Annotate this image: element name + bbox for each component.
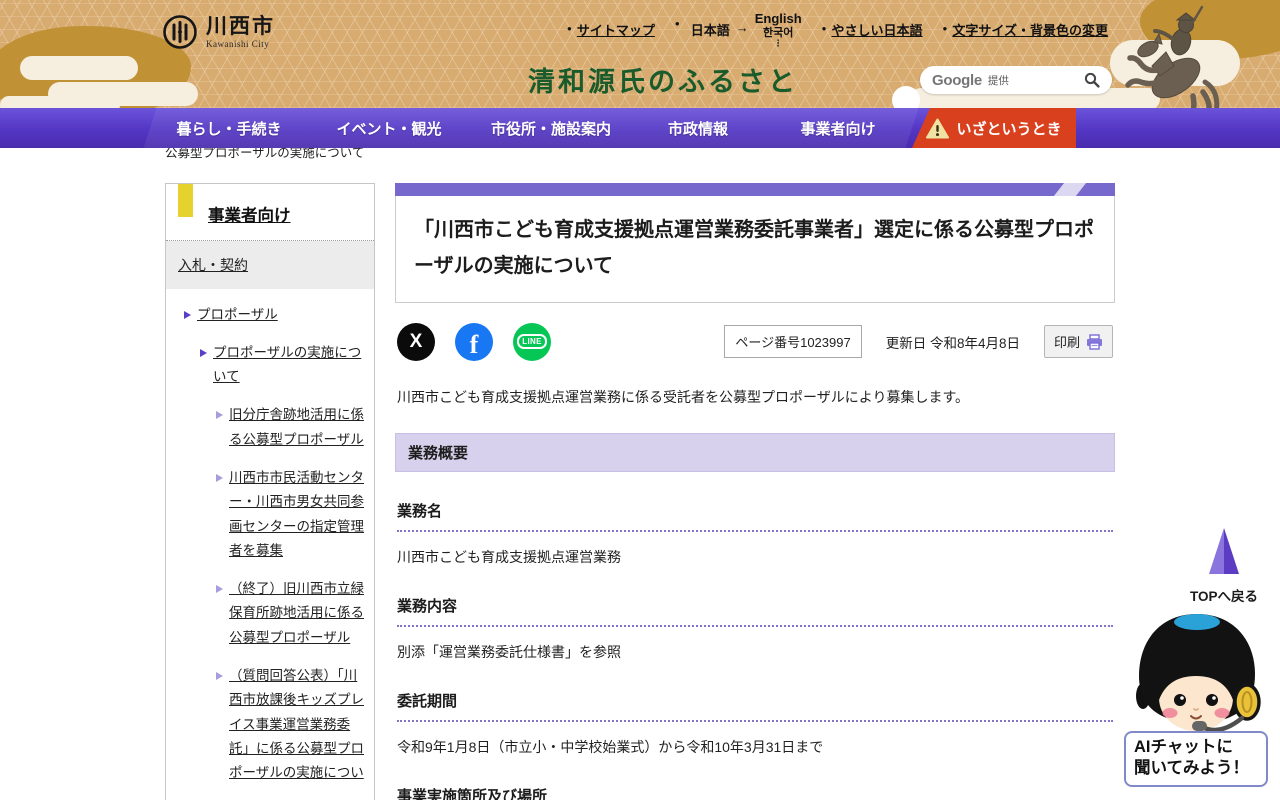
sidebar-item-label: （質問回答公表）「川西市放課後キッズプレイス事業運営業務委託」に係る公募型プロポ… (229, 668, 364, 781)
section-header: 業務概要 (395, 432, 1115, 472)
more-languages-icon[interactable]: ⋮ (774, 38, 783, 47)
city-tagline: 清和源氏のふるさと (528, 67, 798, 97)
facebook-icon: f (469, 329, 479, 359)
line-icon: LINE (517, 334, 547, 349)
share-facebook-button[interactable]: f (455, 322, 493, 361)
sidebar-item-label: プロポーザル (197, 306, 278, 322)
sitemap-link[interactable]: サイトマップ (567, 20, 655, 39)
field-heading: 委託期間 (397, 690, 1113, 722)
city-name-en: Kawanishi City (206, 38, 270, 49)
accent-bar-stripe (1044, 182, 1096, 196)
field-block: 委託期間令和9年1月8日（市立小・中学校始業式）から令和10年3月31日まで (395, 690, 1115, 757)
page: 川西市 Kawanishi City 清和源氏のふるさと サイトマップ 日本語 … (0, 0, 1280, 800)
bookmark-ribbon-icon (178, 183, 193, 217)
sidebar-item-label: プロポーザルの実施について (213, 344, 362, 385)
field-heading: 業務名 (397, 500, 1113, 532)
page-number-badge: ページ番号1023997 (724, 325, 862, 358)
ai-chat-widget[interactable]: AIチャットに 聞いてみよう！ (1122, 610, 1272, 787)
nav-item-label: 事業者向け (800, 120, 876, 138)
printer-icon (1087, 333, 1102, 350)
print-button-label: 印刷 (1053, 335, 1080, 350)
cloud-decoration (20, 56, 138, 80)
updated-date: 更新日 令和8年4月8日 (885, 335, 1020, 351)
content-accent-bar (395, 182, 1115, 196)
nav-item[interactable]: 市政情報 (625, 108, 771, 148)
nav-item-label: 市役所・施設案内 (490, 120, 611, 138)
triangle-bullet-icon (216, 672, 223, 681)
field-block: 業務名川西市こども育成支援拠点運営業務 (395, 500, 1115, 567)
back-to-top-label: TOPへ戻る (1189, 589, 1258, 604)
search-icon[interactable] (1084, 72, 1100, 88)
nav-item-label: 市政情報 (667, 120, 728, 138)
sidebar-item[interactable]: （終了）旧川西市立緑保育所跡地活用に係る公募型プロポーザル (216, 577, 368, 650)
main-content: 「川西市こども育成支援拠点運営業務委託事業者」選定に係る公募型プロポーザルの実施… (395, 182, 1115, 800)
sidebar: 事業者向け 入札・契約 プロポーザルプロポーザルの実施について旧分庁舎跡地活用に… (165, 182, 375, 800)
city-name: 川西市 (206, 14, 275, 38)
sidebar-title-link[interactable]: 事業者向け (208, 207, 291, 225)
triangle-bullet-icon (216, 473, 223, 482)
sidebar-item-label: （終了）旧川西市立緑保育所跡地活用に係る公募型プロポーザル (229, 581, 364, 645)
triangle-bullet-icon (216, 411, 223, 420)
share-x-button[interactable]: X (397, 322, 435, 361)
arrow-up-icon (1209, 528, 1239, 574)
triangle-bullet-icon (216, 585, 223, 594)
sidebar-category[interactable]: 入札・契約 (166, 240, 374, 289)
sidebar-item[interactable]: プロポーザル (184, 303, 368, 327)
nav-item[interactable]: 市役所・施設案内 (463, 108, 639, 148)
triangle-bullet-icon (200, 348, 207, 357)
language-options[interactable]: English 한국어 ⋮ (755, 11, 802, 47)
ai-chat-mascot (1136, 614, 1261, 733)
field-value: 川西市こども育成支援拠点運営業務 (397, 548, 621, 565)
sidebar-item[interactable]: （質問回答公表）「川西市放課後キッズプレイス事業運営業務委託」に係る公募型プロポ… (216, 664, 368, 785)
search-provided-label: 提供 (987, 74, 1009, 87)
current-language: 日本語 (690, 23, 730, 38)
sidebar-item[interactable]: 川西市市民活動センター・川西市男女共同参画センターの指定管理者を募集 (216, 466, 368, 563)
sidebar-item-label: 川西市市民活動センター・川西市男女共同参画センターの指定管理者を募集 (229, 469, 364, 558)
kawanishi-emblem-icon (163, 15, 197, 49)
main-nav: 暮らし・手続き イベント・観光 市役所・施設案内 市政情報 事業者向け いざというとき (0, 108, 1280, 148)
sidebar-item-label: 旧分庁舎跡地活用に係る公募型プロポーザル (229, 407, 364, 447)
meta-right: ページ番号1023997 更新日 令和8年4月8日 印刷 (724, 325, 1113, 358)
nav-item[interactable]: 暮らし・手続き (143, 108, 315, 148)
page-title: 「川西市こども育成支援拠点運営業務委託事業者」選定に係る公募型プロポーザルの実施… (414, 218, 1094, 277)
easy-japanese-link[interactable]: やさしい日本語 (822, 20, 923, 39)
arrow-right-icon: → (735, 20, 749, 35)
sidebar-item[interactable]: 旧分庁舎跡地活用に係る公募型プロポーザル (216, 403, 368, 452)
field-heading: 事業実施箇所及び場所 (397, 785, 1113, 800)
triangle-bullet-icon (184, 310, 191, 319)
emergency-button-label: いざというとき (956, 120, 1062, 138)
utility-nav: サイトマップ 日本語 → English 한국어 ⋮ やさしい日本語 文字サイズ… (567, 11, 1108, 47)
site-search-box[interactable]: Google 提供 (920, 66, 1112, 94)
title-box: 「川西市こども育成支援拠点運営業務委託事業者」選定に係る公募型プロポーザルの実施… (395, 195, 1115, 303)
back-to-top-button[interactable]: TOPへ戻る (1186, 528, 1262, 605)
field-block: 事業実施箇所及び場所別添「運営業務委託仕様書」参照 (395, 785, 1115, 800)
city-logo[interactable]: 川西市 Kawanishi City (162, 14, 275, 50)
warning-icon (926, 118, 950, 138)
x-icon: X (409, 330, 423, 352)
field-heading: 業務内容 (397, 595, 1113, 627)
google-logo: Google (932, 71, 982, 89)
share-icons: X f LINE (397, 322, 551, 361)
language-switcher[interactable]: 日本語 → English 한국어 ⋮ (675, 11, 802, 47)
display-settings-link[interactable]: 文字サイズ・背景色の変更 (943, 20, 1108, 39)
sidebar-category-link: 入札・契約 (178, 256, 248, 273)
site-header: 川西市 Kawanishi City 清和源氏のふるさと サイトマップ 日本語 … (0, 0, 1280, 139)
field-block: 業務内容別添「運営業務委託仕様書」を参照 (395, 595, 1115, 662)
meta-row: X f LINE ページ番号1023997 更新日 令和8年4月8日 印刷 (397, 322, 1113, 361)
nav-item[interactable]: イベント・観光 (301, 108, 477, 148)
nav-item[interactable]: 事業者向け (757, 108, 919, 148)
nav-item-label: 暮らし・手続き (176, 120, 282, 138)
nav-item-label: イベント・観光 (336, 120, 442, 138)
ai-chat-bubble[interactable]: AIチャットに 聞いてみよう！ (1124, 731, 1268, 787)
sidebar-item[interactable]: プロポーザルの実施について (200, 341, 368, 390)
share-line-button[interactable]: LINE (513, 322, 551, 361)
intro-text: 川西市こども育成支援拠点運営業務に係る受託者を公募型プロポーザルにより募集します… (397, 388, 970, 405)
sidebar-header: 事業者向け (166, 183, 374, 241)
emergency-button[interactable]: いざというとき (912, 108, 1076, 148)
print-button[interactable]: 印刷 (1043, 325, 1113, 358)
field-value: 別添「運営業務委託仕様書」を参照 (397, 643, 621, 660)
field-value: 令和9年1月8日（市立小・中学校始業式）から令和10年3月31日まで (397, 738, 824, 755)
